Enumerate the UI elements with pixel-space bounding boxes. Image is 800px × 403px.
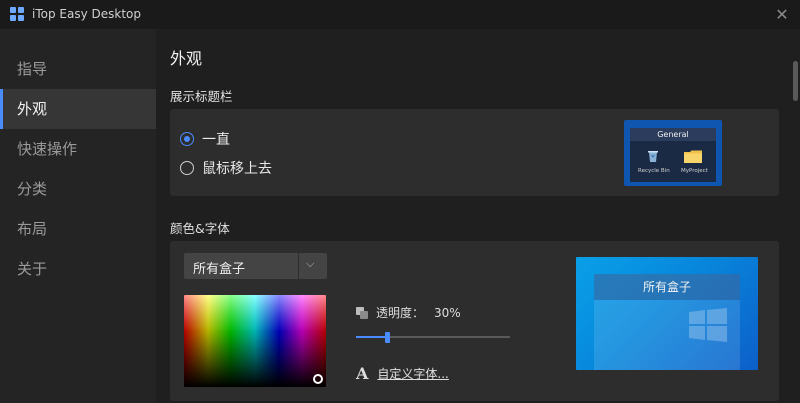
windows-logo-icon xyxy=(689,308,727,342)
dropdown-separator xyxy=(298,253,299,279)
radio-always[interactable]: 一直 xyxy=(180,129,230,149)
color-picker[interactable] xyxy=(184,295,326,387)
myproject-label: MyProject xyxy=(681,168,708,174)
opacity-value: 30% xyxy=(434,305,461,320)
color-preview: 所有盒子 xyxy=(576,257,758,370)
sidebar-item-appearance[interactable]: 外观 xyxy=(0,89,156,129)
opacity-row: 透明度： 30% xyxy=(356,304,461,321)
radio-always-label: 一直 xyxy=(202,132,230,148)
box-select-dropdown[interactable]: 所有盒子 ⌵ xyxy=(184,253,327,279)
font-icon: A xyxy=(356,364,369,383)
folder-icon xyxy=(684,150,702,163)
color-picker-handle[interactable] xyxy=(313,374,323,384)
title-bar: iTop Easy Desktop ✕ xyxy=(0,0,800,29)
recycle-bin-label: Recycle Bin xyxy=(638,168,670,174)
custom-font-button[interactable]: A 自定义字体... xyxy=(356,364,449,383)
slider-thumb[interactable] xyxy=(385,332,390,343)
radio-unchecked-icon xyxy=(180,161,194,175)
sidebar: 指导 外观 快速操作 分类 布局 关于 xyxy=(0,29,156,403)
sidebar-item-categories[interactable]: 分类 xyxy=(0,169,156,209)
slider-fill xyxy=(356,336,387,338)
page-title: 外观 xyxy=(170,49,203,68)
preview-box-header: General xyxy=(630,128,716,141)
main-content: 外观 展示标题栏 一直 鼠标移上去 General Recycle Bin My… xyxy=(156,29,800,403)
sidebar-item-about[interactable]: 关于 xyxy=(0,249,156,289)
opacity-icon xyxy=(356,306,368,319)
close-button[interactable]: ✕ xyxy=(772,5,792,25)
preview-box: General Recycle Bin MyProject xyxy=(630,128,716,182)
radio-on-hover-label: 鼠标移上去 xyxy=(202,161,272,177)
custom-font-link[interactable]: 自定义字体... xyxy=(377,365,448,382)
radio-on-hover[interactable]: 鼠标移上去 xyxy=(180,158,272,178)
title-bar-preview: General Recycle Bin MyProject xyxy=(624,120,722,186)
window-title: iTop Easy Desktop xyxy=(32,7,141,21)
sidebar-item-guide[interactable]: 指导 xyxy=(0,49,156,89)
close-icon: ✕ xyxy=(775,5,789,24)
dropdown-value: 所有盒子 xyxy=(193,262,246,277)
color-font-panel: 所有盒子 ⌵ 透明度： 30% A 自定义字体... 所有盒子 xyxy=(170,241,779,401)
scrollbar[interactable] xyxy=(793,61,798,101)
opacity-slider[interactable] xyxy=(356,332,510,343)
opacity-label: 透明度： xyxy=(376,306,425,320)
radio-checked-icon xyxy=(180,132,194,146)
sidebar-item-quick-actions[interactable]: 快速操作 xyxy=(0,129,156,169)
title-bar-section-label: 展示标题栏 xyxy=(170,89,233,104)
preview-box-title: 所有盒子 xyxy=(594,274,740,300)
chevron-down-icon: ⌵ xyxy=(306,257,315,270)
sidebar-item-layout[interactable]: 布局 xyxy=(0,209,156,249)
recycle-bin-icon xyxy=(648,151,658,162)
title-bar-panel: 一直 鼠标移上去 General Recycle Bin MyProject xyxy=(170,109,779,196)
app-logo-icon xyxy=(10,7,25,22)
color-font-section-label: 颜色&字体 xyxy=(170,221,230,236)
preview-box: 所有盒子 xyxy=(594,274,740,370)
